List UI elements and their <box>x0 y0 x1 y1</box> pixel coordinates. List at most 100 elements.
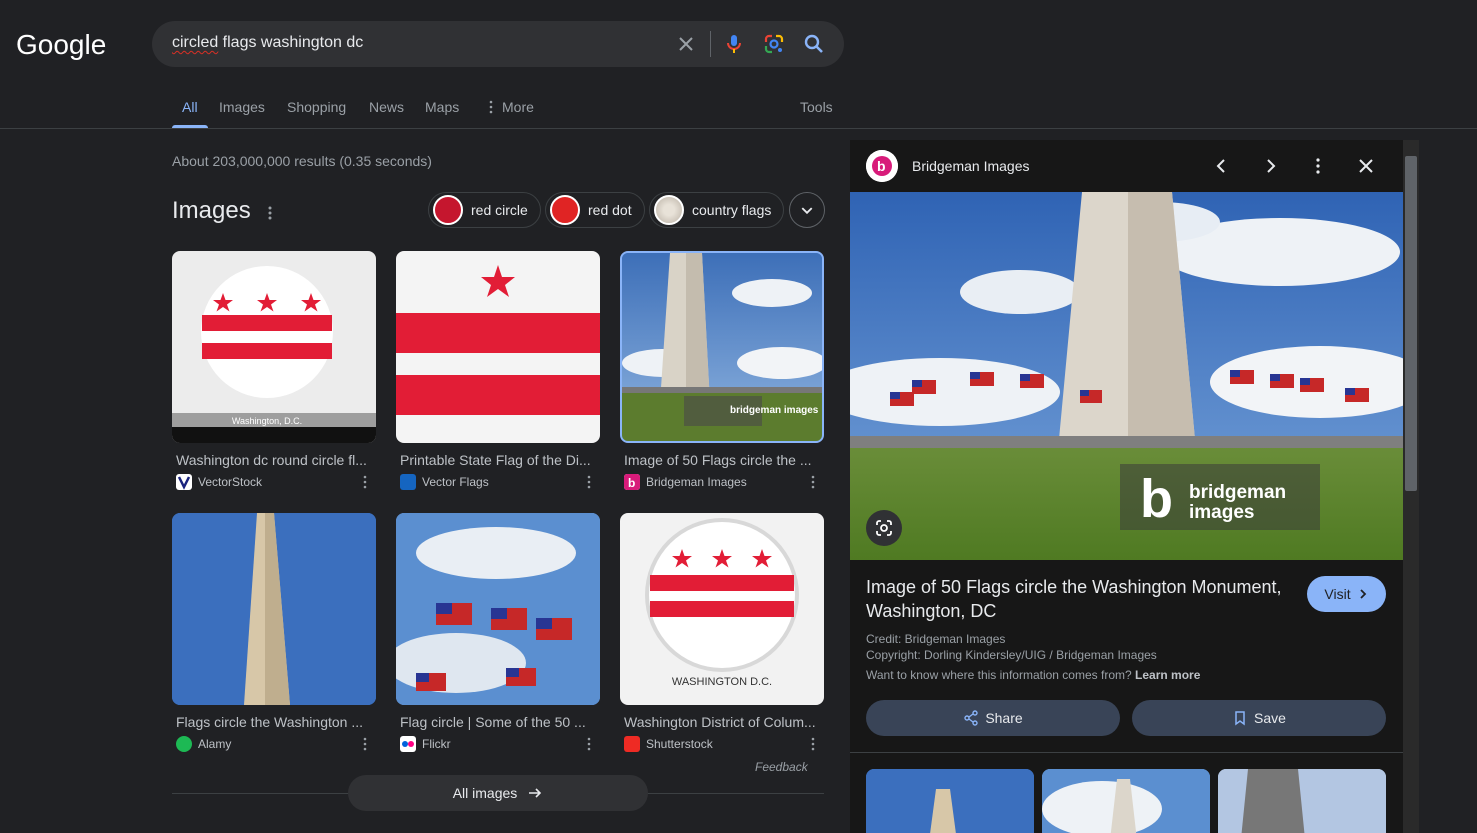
search-bar[interactable]: circled flags washington dc <box>152 21 844 67</box>
chip-label: country flags <box>692 202 772 218</box>
chip-red-circle[interactable]: red circle <box>428 192 541 228</box>
result-title[interactable]: Printable State Flag of the Di... <box>396 452 592 468</box>
chip-thumbnail <box>550 195 580 225</box>
lens-search-button[interactable] <box>866 510 902 546</box>
more-vert-icon[interactable] <box>362 736 368 752</box>
related-image[interactable] <box>1218 769 1386 833</box>
chip-red-dot[interactable]: red dot <box>545 192 645 228</box>
bridgeman-favicon-icon: b <box>624 474 640 490</box>
more-vert-icon[interactable] <box>810 474 816 490</box>
tools-button[interactable]: Tools <box>800 99 833 115</box>
more-vert-icon[interactable] <box>586 474 592 490</box>
related-monument-image <box>866 769 1034 833</box>
result-source[interactable]: Shutterstock <box>620 735 824 753</box>
dc-flag-circle-image: Washington, D.C. <box>172 266 376 443</box>
flickr-favicon-icon <box>400 736 416 752</box>
dc-flag-button-image: WASHINGTON D.C. <box>645 518 799 688</box>
source-name: VectorStock <box>198 475 263 489</box>
tab-news[interactable]: News <box>369 99 404 115</box>
bookmark-icon <box>1235 711 1245 726</box>
result-title[interactable]: Image of 50 Flags circle the ... <box>620 452 816 468</box>
result-source[interactable]: VectorStock <box>172 473 376 491</box>
result-source[interactable]: Vector Flags <box>396 473 600 491</box>
save-button[interactable]: Save <box>1132 700 1386 736</box>
image-result[interactable]: Flags circle the Washington ... Alamy <box>172 513 376 753</box>
image-result[interactable]: Printable State Flag of the Di... Vector… <box>396 251 600 491</box>
result-title[interactable]: Flags circle the Washington ... <box>172 714 368 730</box>
more-vert-icon[interactable] <box>810 736 816 752</box>
visit-button[interactable]: Visit <box>1307 576 1386 612</box>
result-thumbnail[interactable]: WASHINGTON D.C. <box>620 513 824 705</box>
result-title[interactable]: Washington District of Colum... <box>620 714 816 730</box>
svg-text:b: b <box>628 476 635 490</box>
search-divider <box>710 31 711 57</box>
image-result[interactable]: Flag circle | Some of the 50 ... Flickr <box>396 513 600 753</box>
tab-maps[interactable]: Maps <box>425 99 459 115</box>
more-vert-icon[interactable] <box>1306 154 1330 178</box>
result-stats: About 203,000,000 results (0.35 seconds) <box>172 153 432 169</box>
all-images-button[interactable]: All images <box>348 775 648 811</box>
share-button[interactable]: Share <box>866 700 1120 736</box>
panel-source-name[interactable]: Bridgeman Images <box>912 158 1030 174</box>
tab-more[interactable]: More <box>502 99 534 115</box>
tab-shopping[interactable]: Shopping <box>287 99 346 115</box>
related-image[interactable] <box>1042 769 1210 833</box>
search-query-misspelled: circled <box>172 34 219 51</box>
share-icon <box>964 710 979 726</box>
close-icon[interactable] <box>674 32 698 56</box>
watermark-line-1: bridgeman <box>1189 482 1286 503</box>
search-icon[interactable] <box>802 32 826 56</box>
chevron-down-icon[interactable] <box>789 192 825 228</box>
monument-closeup-image <box>172 513 376 705</box>
microphone-icon[interactable] <box>722 32 746 56</box>
source-name: Flickr <box>422 737 451 751</box>
preview-image[interactable]: b bridgeman images <box>850 192 1403 560</box>
more-vert-icon[interactable] <box>488 100 494 114</box>
google-lens-icon[interactable] <box>762 32 786 56</box>
result-source[interactable]: Flickr <box>396 735 600 753</box>
washington-monument-flags-image: b bridgeman images <box>850 192 1403 560</box>
close-icon[interactable] <box>1354 154 1378 178</box>
google-logo[interactable]: Google <box>16 26 108 62</box>
image-caption: WASHINGTON D.C. <box>672 676 772 688</box>
info-question: Want to know where this information come… <box>866 668 1132 682</box>
tab-all[interactable]: All <box>182 99 198 115</box>
more-vert-icon[interactable] <box>362 474 368 490</box>
search-query-rest: flags washington dc <box>218 34 364 51</box>
preview-title[interactable]: Image of 50 Flags circle the Washington … <box>866 575 1286 623</box>
related-image[interactable] <box>866 769 1034 833</box>
more-vert-icon[interactable] <box>586 736 592 752</box>
image-caption: Washington, D.C. <box>232 416 302 426</box>
panel-scrollbar-thumb[interactable] <box>1405 156 1417 491</box>
result-thumbnail[interactable]: bridgeman images <box>620 251 824 443</box>
credit-text: Credit: Bridgeman Images <box>866 632 1006 646</box>
info-source-text: Want to know where this information come… <box>866 668 1200 682</box>
image-result-selected[interactable]: bridgeman images Image of 50 Flags circl… <box>620 251 824 491</box>
search-input[interactable]: circled flags washington dc <box>172 34 363 52</box>
images-heading: Images <box>172 197 251 224</box>
result-thumbnail[interactable] <box>396 251 600 443</box>
chip-thumbnail <box>654 195 684 225</box>
result-title[interactable]: Washington dc round circle fl... <box>172 452 368 468</box>
tab-images[interactable]: Images <box>219 99 265 115</box>
image-result[interactable]: Washington, D.C. Washington dc round cir… <box>172 251 376 491</box>
chip-country-flags[interactable]: country flags <box>649 192 785 228</box>
result-thumbnail[interactable] <box>396 513 600 705</box>
image-result[interactable]: WASHINGTON D.C. Washington District of C… <box>620 513 824 753</box>
result-thumbnail[interactable] <box>172 513 376 705</box>
chevron-left-icon[interactable] <box>1210 154 1234 178</box>
learn-more-link[interactable]: Learn more <box>1135 668 1200 682</box>
result-title[interactable]: Flag circle | Some of the 50 ... <box>396 714 592 730</box>
more-vert-icon[interactable] <box>262 203 278 223</box>
lens-icon <box>876 520 892 536</box>
svg-text:b: b <box>877 158 886 174</box>
result-thumbnail[interactable]: Washington, D.C. <box>172 251 376 443</box>
result-source[interactable]: Alamy <box>172 735 376 753</box>
source-name: Shutterstock <box>646 737 713 751</box>
chevron-right-icon[interactable] <box>1258 154 1282 178</box>
feedback-link[interactable]: Feedback <box>755 760 808 774</box>
result-source[interactable]: b Bridgeman Images <box>620 473 824 491</box>
us-flags-image <box>396 513 600 705</box>
chevron-right-icon <box>1359 589 1366 599</box>
vector-flags-favicon-icon <box>400 474 416 490</box>
